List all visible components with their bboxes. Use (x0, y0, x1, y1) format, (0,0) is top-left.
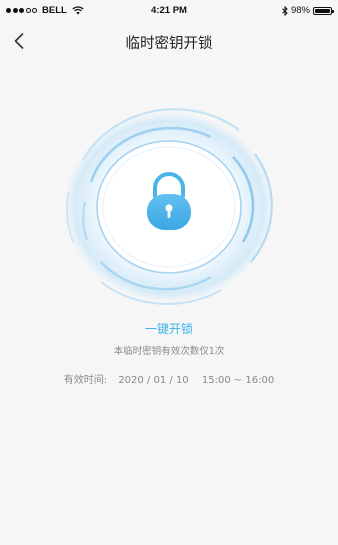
bluetooth-icon (282, 5, 288, 16)
status-right: 98% (282, 5, 334, 16)
battery-icon (313, 6, 334, 15)
validity-date: 2020 / 01 / 10 (118, 375, 189, 386)
unlock-widget (61, 108, 277, 305)
battery-tip (332, 9, 334, 13)
battery-fill (315, 8, 330, 13)
validity-label: 有效时间: (63, 375, 108, 386)
page-title: 临时密钥开锁 (125, 36, 213, 52)
status-bar: BELL 4:21 PM 98% (0, 0, 338, 22)
one-key-unlock-button[interactable]: 一键开锁 (0, 320, 338, 337)
validity-time-range: 15:00 ~ 16:00 (201, 375, 275, 386)
lock-rings (66, 108, 273, 305)
usage-hint: 本临时密钥有效次数仅1次 (113, 346, 225, 357)
validity-row: 有效时间: 2020 / 01 / 10 15:00 ~ 16:00 (0, 371, 338, 386)
nav-bar: 临时密钥开锁 (0, 22, 338, 62)
battery-percentage: 98% (290, 5, 310, 16)
